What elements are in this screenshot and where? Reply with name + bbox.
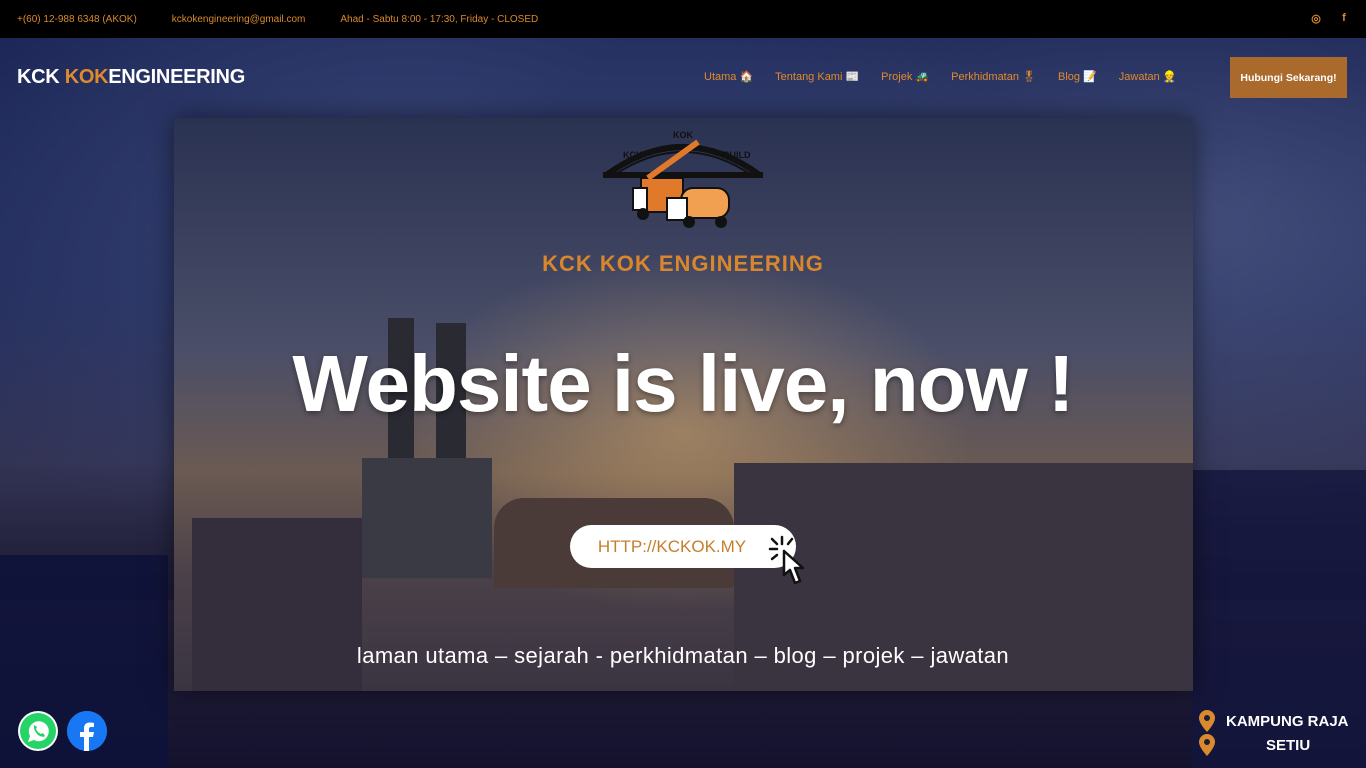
location-block: KAMPUNG RAJA SETIU <box>1198 709 1358 757</box>
map-pin-icon <box>1199 710 1215 732</box>
main-nav: Utama 🏠 Tentang Kami 📰 Projek 🚜 Perkhidm… <box>704 70 1199 83</box>
location-row-1: KAMPUNG RAJA <box>1198 709 1358 733</box>
location-line-2: SETIU <box>1266 736 1311 754</box>
nav-item-tentang-kami[interactable]: Tentang Kami 📰 <box>775 70 859 83</box>
nav-item-utama[interactable]: Utama 🏠 <box>704 70 753 83</box>
facebook-icon[interactable]: f <box>1338 12 1350 25</box>
instagram-icon[interactable]: ◎ <box>1310 12 1322 25</box>
logo-label-kok: KOK <box>673 130 694 140</box>
location-row-2: SETIU <box>1198 733 1358 757</box>
plant-building <box>362 458 492 578</box>
phone-number[interactable]: +(60) 12-988 6348 (AKOK) <box>17 14 137 25</box>
top-info-bar: +(60) 12-988 6348 (AKOK) kckokengineerin… <box>0 0 1366 38</box>
contact-now-button[interactable]: Hubungi Sekarang! <box>1230 57 1347 98</box>
nav-item-perkhidmatan[interactable]: Perkhidmatan 🎖 <box>951 70 1036 83</box>
nav-item-projek[interactable]: Projek 🚜 <box>881 70 929 83</box>
whatsapp-button[interactable] <box>18 711 58 751</box>
nav-item-jawatan[interactable]: Jawatan 👷 <box>1119 70 1177 83</box>
logo-text-kck: KCK <box>17 66 65 88</box>
logo-label-build: BUILD <box>723 150 751 160</box>
hand-cursor-icon <box>768 535 805 585</box>
facebook-button[interactable] <box>67 711 107 751</box>
logo-label-kck: KCK <box>623 150 643 160</box>
hero-subnav[interactable]: laman utama – sejarah - perkhidmatan – b… <box>0 643 1366 669</box>
kck-build-logo: KCK KOK BUILD <box>603 130 763 228</box>
social-links: ◎ f <box>1310 12 1350 25</box>
hero-headline: Website is live, now ! <box>292 339 1074 428</box>
map-pin-icon <box>1199 734 1215 756</box>
logo-text-engineering: ENGINEERING <box>108 66 245 88</box>
site-logo[interactable]: KCK KOKENGINEERING <box>17 66 245 89</box>
nav-item-blog[interactable]: Blog 📝 <box>1058 70 1097 83</box>
facebook-icon <box>67 711 107 751</box>
business-hours: Ahad - Sabtu 8:00 - 17:30, Friday - CLOS… <box>340 13 539 25</box>
email-address[interactable]: kckokengineering@gmail.com <box>172 14 306 25</box>
website-url-button[interactable]: HTTP://KCKOK.MY <box>570 525 796 568</box>
location-line-1: KAMPUNG RAJA <box>1226 712 1349 730</box>
logo-text-kok: KOK <box>64 66 109 88</box>
whatsapp-icon <box>20 713 56 749</box>
brand-name: KCK KOK ENGINEERING <box>542 251 824 276</box>
